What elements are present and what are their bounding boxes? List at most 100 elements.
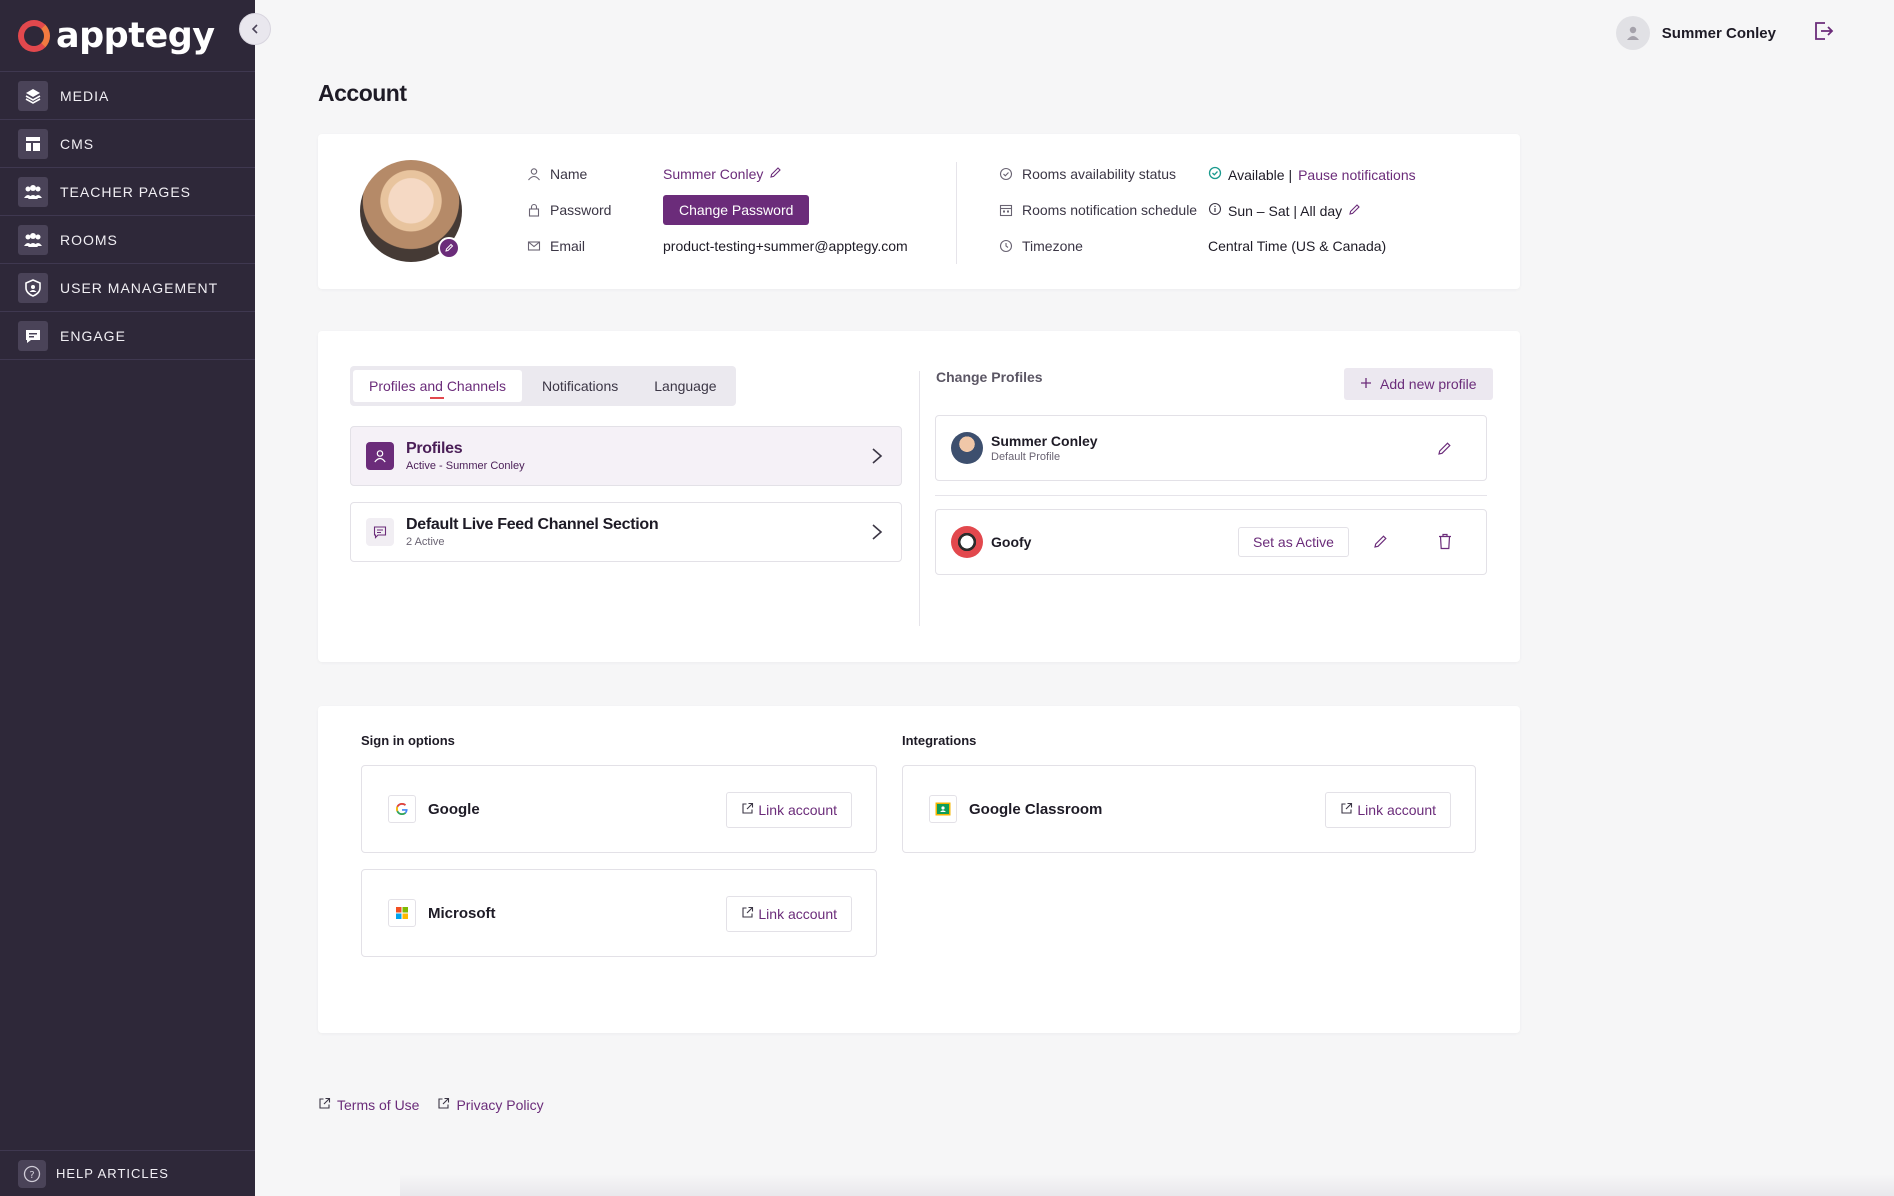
sidebar-item-user-management[interactable]: USER MANAGEMENT	[0, 264, 255, 312]
sidebar-item-label: MEDIA	[60, 87, 110, 104]
edit-name-icon[interactable]	[769, 166, 782, 182]
live-feed-channel-row[interactable]: Default Live Feed Channel Section 2 Acti…	[350, 502, 902, 562]
user-menu[interactable]: Summer Conley	[1615, 16, 1834, 50]
calendar-icon	[998, 202, 1014, 218]
edit-schedule-icon[interactable]	[1348, 203, 1361, 219]
profile-subtitle: Default Profile	[991, 451, 1061, 463]
logout-icon[interactable]	[1812, 20, 1834, 47]
sidebar-item-label: USER MANAGEMENT	[60, 279, 219, 296]
sidebar: apptegy MEDIA CMS TEACHER PAGES ROOMS US…	[0, 0, 255, 1196]
tab-language[interactable]: Language	[638, 370, 732, 402]
layout-icon	[18, 128, 48, 159]
sidebar-item-cms[interactable]: CMS	[0, 120, 255, 168]
trash-icon[interactable]	[1438, 533, 1452, 555]
microsoft-signin-option: Microsoft Link account	[361, 869, 877, 957]
sidebar-item-label: ENGAGE	[60, 327, 126, 344]
schedule-value-row: Sun – Sat | All day	[1208, 202, 1361, 219]
terms-label: Terms of Use	[337, 1097, 420, 1113]
add-new-profile-button[interactable]: Add new profile	[1344, 368, 1493, 400]
password-value-row: Change Password	[663, 195, 810, 225]
info-icon	[1208, 202, 1222, 219]
google-logo-icon	[388, 795, 416, 823]
chevron-right-icon	[871, 523, 883, 546]
profiles-channels-card: Profiles and Channels Notifications Lang…	[318, 331, 1520, 662]
option-name: Google	[428, 800, 480, 818]
user-icon	[526, 166, 542, 182]
edit-profile-icon[interactable]	[1373, 534, 1388, 554]
schedule-label-row: Rooms notification schedule	[998, 202, 1197, 218]
edit-avatar-button[interactable]	[438, 237, 460, 259]
sidebar-item-rooms[interactable]: ROOMS	[0, 216, 255, 264]
option-name: Google Classroom	[969, 800, 1103, 818]
schedule-value: Sun – Sat | All day	[1228, 202, 1343, 219]
availability-value: Available |	[1228, 166, 1293, 183]
link-account-button[interactable]: Link account	[726, 792, 852, 828]
change-password-button[interactable]: Change Password	[663, 195, 810, 225]
name-label-row: Name	[526, 166, 587, 182]
divider	[919, 371, 920, 626]
profiles-row[interactable]: Profiles Active - Summer Conley	[350, 426, 902, 486]
change-profiles-title: Change Profiles	[936, 369, 1043, 385]
terms-of-use-link[interactable]: Terms of Use	[318, 1097, 419, 1113]
chat-icon	[366, 518, 394, 546]
layers-icon	[18, 80, 48, 111]
pencil-icon	[445, 243, 454, 252]
signin-integrations-card: Sign in options Integrations Google Link…	[318, 706, 1520, 1033]
app-logo[interactable]: apptegy	[0, 0, 255, 72]
footer: Terms of Use Privacy Policy	[318, 1097, 544, 1113]
sidebar-item-label: CMS	[60, 135, 95, 152]
password-label-row: Password	[526, 202, 611, 218]
sidebar-item-engage[interactable]: ENGAGE	[0, 312, 255, 360]
row-title: Default Live Feed Channel Section	[406, 516, 659, 533]
help-articles-label: HELP ARTICLES	[56, 1166, 169, 1181]
option-name: Microsoft	[428, 904, 496, 922]
google-classroom-integration: Google Classroom Link account	[902, 765, 1476, 853]
tab-bar: Profiles and Channels Notifications Lang…	[350, 366, 736, 406]
link-account-button[interactable]: Link account	[726, 896, 852, 932]
chat-icon	[18, 320, 48, 351]
pause-notifications-link[interactable]: Pause notifications	[1298, 167, 1416, 183]
privacy-policy-link[interactable]: Privacy Policy	[437, 1097, 544, 1113]
avatar	[1615, 16, 1650, 50]
email-label: Email	[550, 238, 586, 254]
sidebar-item-label: TEACHER PAGES	[60, 183, 191, 200]
sidebar-item-teacher-pages[interactable]: TEACHER PAGES	[0, 168, 255, 216]
lock-icon	[526, 202, 542, 218]
chevron-left-icon	[251, 24, 258, 34]
bottom-shade	[400, 1174, 1894, 1196]
collapse-sidebar-button[interactable]	[239, 13, 271, 45]
edit-profile-icon[interactable]	[1437, 441, 1452, 461]
set-as-active-button[interactable]: Set as Active	[1238, 527, 1349, 557]
divider	[956, 162, 957, 264]
availability-label: Rooms availability status	[1022, 166, 1177, 182]
user-icon	[1626, 26, 1639, 40]
tab-notifications[interactable]: Notifications	[526, 370, 634, 402]
chevron-right-icon	[871, 447, 883, 470]
row-subtitle: Active - Summer Conley	[406, 460, 525, 472]
timezone-label: Timezone	[1022, 238, 1083, 254]
availability-label-row: Rooms availability status	[998, 166, 1176, 182]
svg-text:?: ?	[29, 1170, 34, 1181]
sidebar-item-media[interactable]: MEDIA	[0, 72, 255, 120]
row-subtitle: 2 Active	[406, 536, 445, 548]
external-link-icon	[437, 1097, 450, 1113]
name-label: Name	[550, 166, 588, 182]
profile-name: Summer Conley	[991, 433, 1098, 449]
help-icon: ?	[18, 1159, 46, 1188]
link-account-button[interactable]: Link account	[1325, 792, 1451, 828]
name-value: Summer Conley	[663, 166, 764, 182]
divider	[935, 495, 1487, 496]
email-label-row: Email	[526, 238, 585, 254]
help-articles-link[interactable]: ? HELP ARTICLES	[0, 1150, 255, 1196]
logo-icon	[18, 19, 50, 52]
tab-profiles-and-channels[interactable]: Profiles and Channels	[353, 370, 522, 402]
email-value: product-testing+summer@apptegy.com	[663, 238, 908, 254]
page-title: Account	[318, 80, 407, 106]
signin-options-title: Sign in options	[361, 733, 455, 748]
users-icon	[18, 176, 48, 207]
schedule-label: Rooms notification schedule	[1022, 202, 1198, 218]
mail-icon	[526, 238, 542, 254]
link-account-label: Link account	[758, 802, 837, 818]
google-classroom-logo-icon	[929, 795, 957, 823]
password-label: Password	[550, 202, 612, 218]
